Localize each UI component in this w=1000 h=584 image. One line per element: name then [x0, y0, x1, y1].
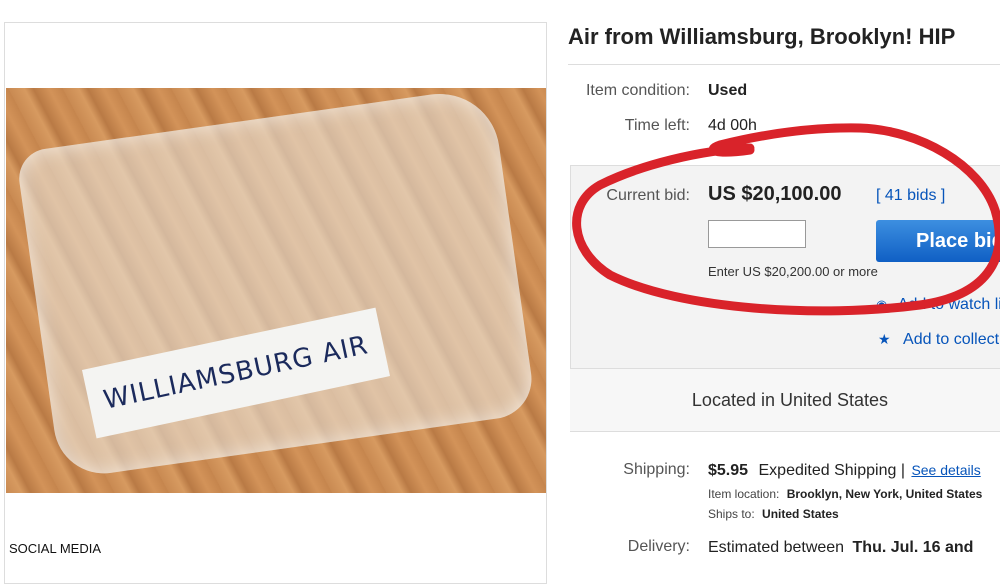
ships-to-value: United States [762, 507, 839, 521]
add-to-collection-link[interactable]: ★ Add to collection [878, 331, 1000, 349]
delivery-prefix: Estimated between [708, 539, 845, 556]
bids-count-link[interactable]: [ 41 bids ] [876, 187, 945, 205]
delivery-value: Estimated between Thu. Jul. 16 and [708, 539, 973, 557]
add-watch-label: Add to watch list [897, 296, 1000, 313]
bid-hint: Enter US $20,200.00 or more [708, 264, 878, 279]
time-left-value: 4d 00h [708, 117, 757, 134]
shipping-label: Shipping: [623, 461, 690, 478]
delivery-label: Delivery: [627, 538, 690, 555]
item-location-value: Brooklyn, New York, United States [786, 487, 983, 501]
watermark: SOCIAL MEDIA [9, 541, 101, 556]
star-icon: ★ [878, 331, 891, 347]
add-to-watch-list-link[interactable]: ◉ Add to watch list [876, 296, 1000, 314]
shipping-info: $5.95 Expedited Shipping | See details [708, 462, 981, 480]
delivery-dates: Thu. Jul. 16 and [852, 539, 974, 556]
ships-to-label: Ships to: [708, 507, 755, 521]
item-photo[interactable]: WILLIAMSBURG AIR [6, 88, 546, 493]
ships-to: Ships to: United States [708, 507, 839, 521]
time-left-label: Time left: [624, 117, 690, 134]
listing-title: Air from Williamsburg, Brooklyn! HIP [568, 24, 956, 49]
divider [568, 64, 1000, 65]
eye-icon: ◉ [876, 297, 888, 312]
item-location: Item location: Brooklyn, New York, Unite… [708, 487, 982, 501]
shipping-price: $5.95 [708, 462, 749, 479]
shipping-method: Expedited Shipping | [758, 462, 905, 479]
condition-label: Item condition: [585, 82, 690, 99]
item-location-label: Item location: [708, 487, 780, 501]
current-bid-label: Current bid: [606, 187, 690, 204]
location-banner: Located in United States [570, 368, 1000, 431]
see-details-link[interactable]: See details [911, 462, 980, 478]
current-bid-price: US $20,100.00 [708, 183, 842, 205]
add-collection-label: Add to collection [903, 331, 1000, 348]
condition-value: Used [708, 82, 748, 99]
bid-amount-input[interactable] [708, 220, 806, 248]
place-bid-button[interactable]: Place bid [876, 220, 1000, 262]
